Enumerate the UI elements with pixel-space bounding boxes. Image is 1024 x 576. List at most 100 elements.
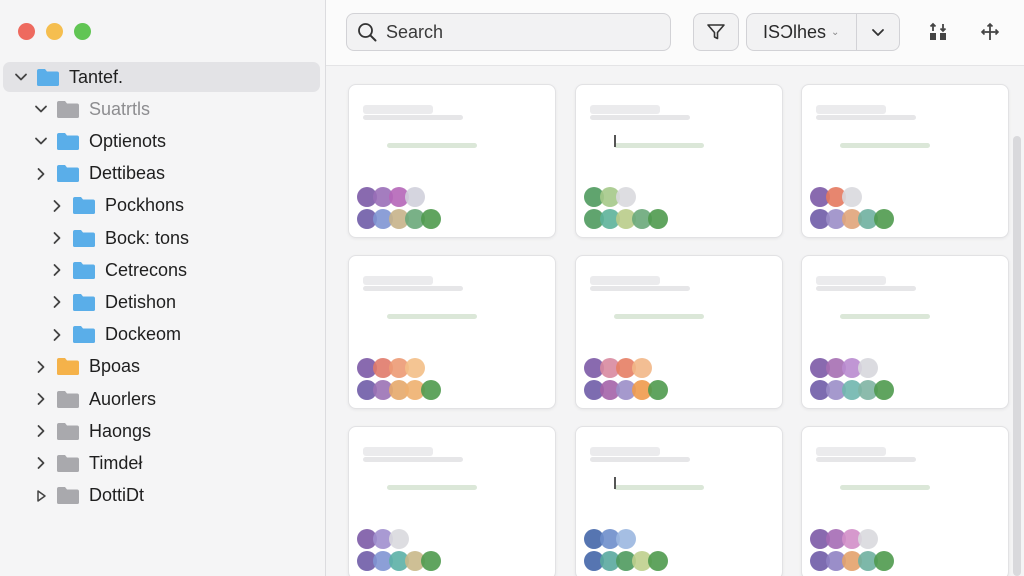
sidebar-item-label: Detishon xyxy=(105,291,177,312)
arrange-button[interactable] xyxy=(926,20,950,44)
sidebar-item-label: Pockhons xyxy=(105,195,185,216)
tag-dot xyxy=(389,529,409,549)
sidebar-item-label: Timdeł xyxy=(89,452,143,473)
tag-dot xyxy=(405,358,425,378)
card-text-line xyxy=(816,457,916,462)
sidebar-item[interactable]: Auorlers xyxy=(0,384,326,414)
sidebar-item[interactable]: Suatrtls xyxy=(0,94,326,124)
sidebar-item[interactable]: Dettibeas xyxy=(0,159,326,189)
file-card[interactable] xyxy=(801,84,1009,238)
file-card[interactable] xyxy=(348,84,556,238)
card-text-line xyxy=(614,485,704,490)
folder-icon xyxy=(72,196,96,215)
chevron-right-icon[interactable] xyxy=(34,360,48,374)
chevron-down-icon xyxy=(872,29,885,36)
sidebar-item-label: Suatrtls xyxy=(89,98,151,119)
disclosure-triangle-icon[interactable] xyxy=(34,489,48,503)
card-text-line xyxy=(590,457,690,462)
sidebar-item[interactable]: Cetrecons xyxy=(0,255,326,285)
chevron-right-icon[interactable] xyxy=(34,392,48,406)
chevron-down-icon[interactable] xyxy=(34,134,48,148)
card-text-line xyxy=(816,115,916,120)
move-button[interactable] xyxy=(978,20,1002,44)
sort-control[interactable]: ISƆlhes ⌄ xyxy=(746,13,900,51)
card-text-line xyxy=(590,276,660,285)
sidebar-item[interactable]: DottiDt xyxy=(0,481,326,511)
tag-dot xyxy=(648,209,668,229)
search-input[interactable] xyxy=(386,21,646,43)
tag-dot xyxy=(405,187,425,207)
tag-dot xyxy=(421,551,441,571)
chevron-down-icon[interactable] xyxy=(34,102,48,116)
vertical-scrollbar[interactable] xyxy=(1013,136,1021,576)
chevron-right-icon[interactable] xyxy=(50,199,64,213)
tag-dot xyxy=(616,187,636,207)
sort-button[interactable]: ISƆlhes ⌄ xyxy=(747,22,856,43)
folder-icon xyxy=(56,100,80,119)
sidebar-item[interactable]: Dockeom xyxy=(0,320,326,350)
file-card[interactable] xyxy=(348,255,556,409)
folder-icon xyxy=(72,229,96,248)
sidebar-item[interactable]: Pockhons xyxy=(0,191,326,221)
tag-dot xyxy=(874,380,894,400)
close-window-button[interactable] xyxy=(18,23,35,40)
file-card[interactable] xyxy=(348,426,556,576)
card-text-line xyxy=(363,457,463,462)
sidebar-item[interactable]: Tantef. xyxy=(3,62,320,92)
sidebar-item-label: Tantef. xyxy=(69,66,124,87)
chevron-right-icon[interactable] xyxy=(34,456,48,470)
card-text-line xyxy=(363,286,463,291)
chevron-right-icon[interactable] xyxy=(50,328,64,342)
card-text-line xyxy=(614,143,704,148)
sort-options-button[interactable] xyxy=(857,13,899,51)
card-text-line xyxy=(590,447,660,456)
folder-icon xyxy=(56,164,80,183)
sidebar-item-label: Optienots xyxy=(89,130,167,151)
sidebar-item[interactable]: Haongs xyxy=(0,416,326,446)
tag-dot xyxy=(858,358,878,378)
folder-icon xyxy=(72,261,96,280)
file-card[interactable] xyxy=(575,255,783,409)
folder-icon xyxy=(56,390,80,409)
sidebar-item[interactable]: Bpoas xyxy=(0,352,326,382)
card-text-line xyxy=(387,143,477,148)
sidebar-item[interactable]: Detishon xyxy=(0,287,326,317)
sidebar-item-label: Dettibeas xyxy=(89,163,166,184)
card-text-line xyxy=(840,485,930,490)
search-field[interactable] xyxy=(346,13,671,51)
file-card[interactable] xyxy=(801,426,1009,576)
file-card[interactable] xyxy=(801,255,1009,409)
chevron-right-icon[interactable] xyxy=(34,167,48,181)
minimize-window-button[interactable] xyxy=(46,23,63,40)
file-card[interactable] xyxy=(575,426,783,576)
window-controls xyxy=(18,23,91,40)
chevron-right-icon[interactable] xyxy=(34,424,48,438)
sort-caret-icon: ⌄ xyxy=(831,26,840,38)
chevron-right-icon[interactable] xyxy=(50,263,64,277)
card-text-line xyxy=(840,143,930,148)
card-text-line xyxy=(363,105,433,114)
text-cursor xyxy=(614,135,616,147)
tag-dot xyxy=(874,209,894,229)
chevron-right-icon[interactable] xyxy=(50,295,64,309)
file-card[interactable] xyxy=(575,84,783,238)
folder-icon xyxy=(56,454,80,473)
card-text-line xyxy=(590,105,660,114)
chevron-right-icon[interactable] xyxy=(50,231,64,245)
zoom-window-button[interactable] xyxy=(74,23,91,40)
move-icon xyxy=(980,22,1000,40)
sidebar-item[interactable]: Optienots xyxy=(0,126,326,156)
search-icon xyxy=(358,23,377,42)
tag-dot xyxy=(858,529,878,549)
filter-button[interactable] xyxy=(693,13,739,51)
card-text-line xyxy=(816,447,886,456)
text-cursor xyxy=(614,477,616,489)
chevron-down-icon[interactable] xyxy=(14,70,28,84)
toolbar: ISƆlhes ⌄ xyxy=(326,0,1024,66)
sidebar-item-label: Auorlers xyxy=(89,388,157,409)
sort-label: ISƆlhes xyxy=(763,21,827,42)
folder-icon xyxy=(56,486,80,505)
sidebar: Tantef. Suatrtls Optienots Dettibeas Pockhon… xyxy=(0,0,326,576)
sidebar-item[interactable]: Bock: tons xyxy=(0,223,326,253)
sidebar-item[interactable]: Timdeł xyxy=(0,448,326,478)
